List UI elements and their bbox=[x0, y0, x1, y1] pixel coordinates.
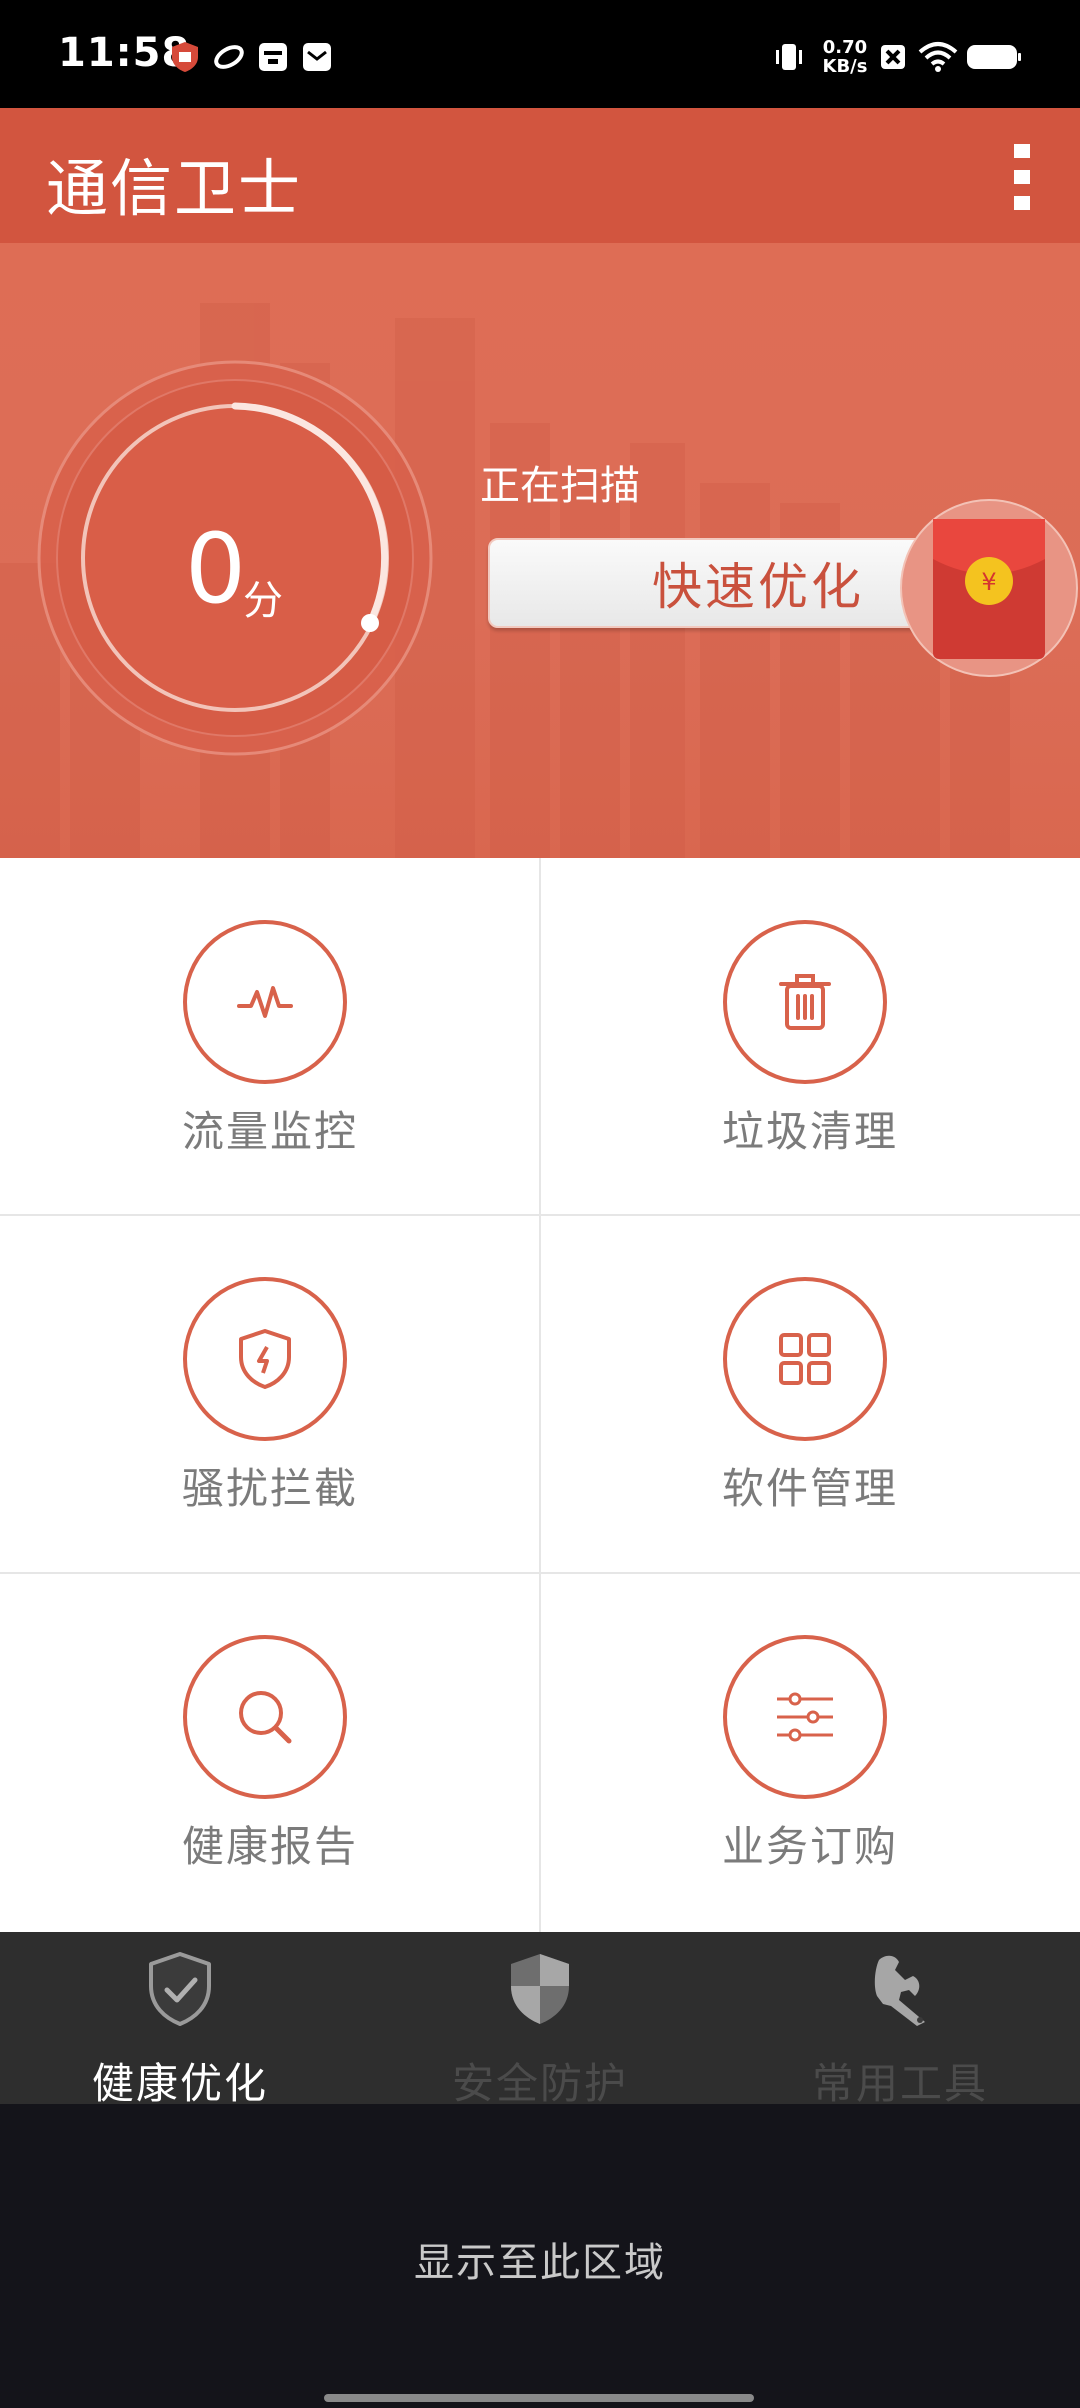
feature-label: 流量监控 bbox=[181, 1107, 358, 1156]
bottom-navigation: 健康优化 安全防护 常用工具 bbox=[0, 1932, 1080, 2108]
shield-check-icon bbox=[149, 1952, 211, 2026]
red-packet-icon: ¥ bbox=[900, 499, 1078, 677]
app-title: 通信卫士 bbox=[46, 152, 303, 225]
search-icon bbox=[239, 1691, 292, 1744]
mail-icon bbox=[303, 43, 331, 71]
shield-bolt-icon bbox=[239, 1329, 291, 1389]
scan-status: 正在扫描 bbox=[480, 463, 640, 509]
bottom-area: 显示至此区域 bbox=[0, 2104, 1080, 2408]
battery-icon bbox=[967, 45, 1021, 69]
sliders-icon bbox=[777, 1692, 833, 1742]
more-vert-icon bbox=[1014, 144, 1030, 210]
network-speed-unit: KB/s bbox=[822, 56, 868, 77]
feature-label: 健康报告 bbox=[181, 1822, 358, 1871]
feature-service-order[interactable]: 业务订购 bbox=[540, 1573, 1080, 1931]
tab-label: 健康优化 bbox=[91, 2059, 268, 2108]
feature-junk-clean[interactable]: 垃圾清理 bbox=[540, 858, 1080, 1216]
wrench-icon bbox=[874, 1955, 925, 2026]
network-speed-value: 0.70 bbox=[822, 37, 868, 58]
status-bar: 11:58 0.70 KB/s bbox=[0, 0, 1080, 108]
tab-label: 常用工具 bbox=[811, 2059, 988, 2108]
shield-half-icon bbox=[511, 1954, 569, 2024]
feature-traffic-monitor[interactable]: 流量监控 bbox=[0, 858, 540, 1216]
gesture-bar[interactable] bbox=[324, 2394, 754, 2402]
tab-security-protection[interactable]: 安全防护 bbox=[360, 1932, 720, 2108]
trash-icon bbox=[779, 974, 831, 1030]
vibrate-icon bbox=[776, 44, 802, 70]
tab-common-tools[interactable]: 常用工具 bbox=[720, 1932, 1080, 2108]
feature-app-management[interactable]: 软件管理 bbox=[540, 1215, 1080, 1573]
feature-label: 垃圾清理 bbox=[721, 1107, 898, 1156]
grid-icon bbox=[779, 1333, 831, 1385]
more-menu-button[interactable] bbox=[1000, 138, 1044, 218]
feature-label: 软件管理 bbox=[721, 1464, 898, 1513]
inbox-icon bbox=[259, 43, 287, 71]
red-packet-button[interactable]: ¥ bbox=[900, 499, 1078, 677]
display-area-text: 显示至此区域 bbox=[414, 2240, 666, 2286]
shield-app-icon bbox=[172, 42, 198, 72]
feature-grid: 流量监控 垃圾清理 骚扰拦截 软件管理 健康报告 业务订购 bbox=[0, 858, 1080, 1932]
swirl-app-icon bbox=[214, 45, 244, 69]
tab-label: 安全防护 bbox=[451, 2059, 628, 2108]
tab-health-optimize[interactable]: 健康优化 bbox=[0, 1932, 360, 2108]
app-bar: 通信卫士 bbox=[0, 108, 1080, 243]
close-box-icon bbox=[881, 45, 905, 69]
pulse-icon bbox=[237, 986, 293, 1018]
score-unit: 分 bbox=[243, 578, 283, 624]
wifi-icon bbox=[918, 42, 958, 72]
feature-label: 业务订购 bbox=[721, 1822, 898, 1871]
hero-panel: 0 分 正在扫描 快速优化 ¥ bbox=[0, 243, 1080, 858]
network-speed: 0.70 KB/s bbox=[820, 38, 870, 76]
score-value: 0 bbox=[185, 513, 247, 625]
feature-harassment-block[interactable]: 骚扰拦截 bbox=[0, 1215, 540, 1573]
feature-health-report[interactable]: 健康报告 bbox=[0, 1573, 540, 1931]
feature-label: 骚扰拦截 bbox=[181, 1464, 358, 1513]
red-packet-symbol: ¥ bbox=[981, 568, 996, 596]
